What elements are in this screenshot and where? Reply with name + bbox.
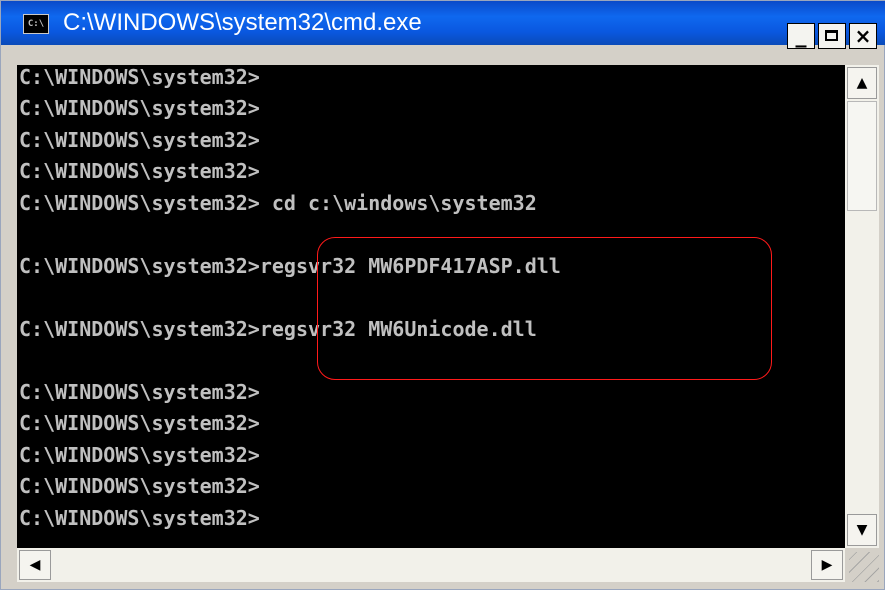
console-line: C:\WINDOWS\system32> — [19, 128, 260, 152]
console-line: C:\WINDOWS\system32> cd c:\windows\syste… — [19, 191, 537, 215]
title-bar[interactable]: C:\ C:\WINDOWS\system32\cmd.exe _ × — [1, 1, 885, 49]
cmd-icon: C:\ — [23, 14, 49, 34]
console-output[interactable]: C:\WINDOWS\system32> C:\WINDOWS\system32… — [17, 65, 845, 548]
resize-grip-icon[interactable] — [849, 552, 879, 582]
console-line: C:\WINDOWS\system32> — [19, 65, 260, 89]
scroll-down-button[interactable]: ▼ — [847, 514, 877, 546]
maximize-button[interactable] — [818, 23, 846, 49]
console-line: C:\WINDOWS\system32> — [19, 411, 260, 435]
vertical-scrollbar[interactable]: ▲ ▼ — [845, 65, 879, 548]
scroll-up-button[interactable]: ▲ — [847, 67, 877, 99]
console-line: C:\WINDOWS\system32> — [19, 96, 260, 120]
highlight-annotation — [317, 237, 772, 380]
scroll-right-button[interactable]: ▶ — [811, 550, 843, 580]
minimize-button[interactable]: _ — [787, 23, 815, 49]
scroll-thumb[interactable] — [847, 101, 877, 211]
scroll-left-button[interactable]: ◀ — [19, 550, 51, 580]
cmd-window: C:\ C:\WINDOWS\system32\cmd.exe _ × C:\W… — [0, 0, 885, 590]
console-line: C:\WINDOWS\system32> — [19, 380, 260, 404]
console-line: C:\WINDOWS\system32> — [19, 443, 260, 467]
close-button[interactable]: × — [849, 23, 877, 49]
console-line: C:\WINDOWS\system32> — [19, 159, 260, 183]
window-title: C:\WINDOWS\system32\cmd.exe — [63, 9, 422, 36]
console-line: C:\WINDOWS\system32> — [19, 474, 260, 498]
horizontal-scrollbar[interactable]: ◀ ▶ — [17, 548, 845, 582]
console-line: C:\WINDOWS\system32> — [19, 506, 260, 530]
